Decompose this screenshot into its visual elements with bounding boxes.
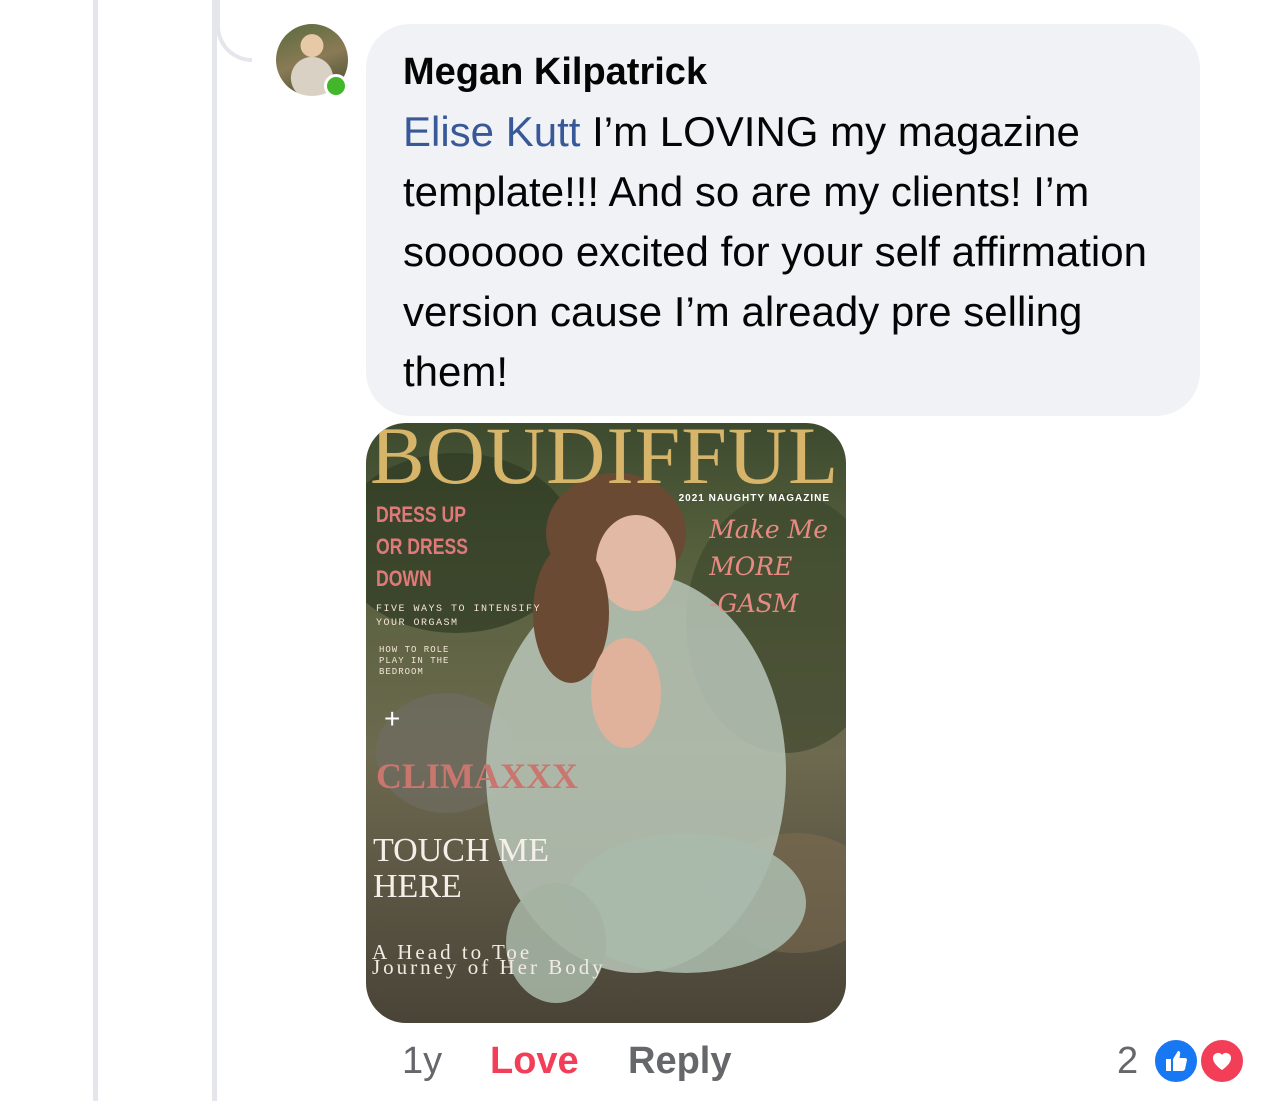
- reply-button[interactable]: Reply: [628, 1038, 731, 1084]
- dress-line: DOWN: [376, 566, 432, 591]
- online-status-icon: [324, 74, 348, 98]
- reaction-count[interactable]: 2: [1117, 1038, 1138, 1084]
- love-button[interactable]: Love: [490, 1038, 579, 1084]
- role-play-line: HOW TO ROLE: [379, 645, 450, 655]
- love-icon[interactable]: [1198, 1037, 1246, 1085]
- magazine-dress-headline: DRESS UP OR DRESS DOWN: [376, 499, 468, 595]
- thread-line-inner: [212, 0, 217, 1101]
- five-ways-line: YOUR ORGASM: [376, 618, 459, 629]
- magazine-plus: +: [384, 703, 401, 734]
- magazine-role-play: HOW TO ROLE PLAY IN THE BEDROOM: [379, 645, 449, 678]
- mention-link[interactable]: Elise Kutt: [403, 108, 580, 155]
- comment-text: Elise Kutt I’m LOVING my magazine templa…: [403, 102, 1170, 402]
- reply-connector: [216, 0, 252, 62]
- journey-line: Journey of Her Body: [372, 955, 606, 979]
- headline-line: MORE: [709, 552, 793, 581]
- role-play-line: BEDROOM: [379, 667, 424, 677]
- magazine-cover-image[interactable]: BOUDIFFUL 2021 NAUGHTY MAGAZINE Make Me …: [366, 423, 846, 1023]
- role-play-line: PLAY IN THE: [379, 656, 450, 666]
- comment-bubble: Megan Kilpatrick Elise Kutt I’m LOVING m…: [366, 24, 1200, 416]
- touch-line: HERE: [373, 868, 462, 905]
- dress-line: DRESS UP: [376, 502, 466, 527]
- magazine-issue: 2021 NAUGHTY MAGAZINE: [678, 493, 830, 504]
- touch-line: TOUCH ME: [373, 832, 549, 869]
- thread-line-outer: [93, 0, 98, 1101]
- like-icon[interactable]: [1152, 1037, 1200, 1085]
- comment-author[interactable]: Megan Kilpatrick: [403, 50, 1170, 94]
- timestamp[interactable]: 1y: [402, 1038, 442, 1084]
- magazine-five-ways: FIVE WAYS TO INTENSIFY YOUR ORGASM: [376, 603, 541, 631]
- dress-line: OR DRESS: [376, 534, 468, 559]
- magazine-journey: A Head to Toe Journey of Her Body: [372, 942, 606, 979]
- headline-line: Make Me: [709, 515, 828, 544]
- magazine-climax: CLIMAXXX: [376, 756, 578, 796]
- magazine-headline-script: Make Me MORE -GASM: [709, 511, 828, 622]
- headline-line: -GASM: [709, 589, 799, 618]
- magazine-touch-headline: TOUCH ME HERE: [373, 833, 549, 905]
- magazine-title: BOUDIFFUL: [370, 423, 840, 501]
- five-ways-line: FIVE WAYS TO INTENSIFY: [376, 604, 542, 615]
